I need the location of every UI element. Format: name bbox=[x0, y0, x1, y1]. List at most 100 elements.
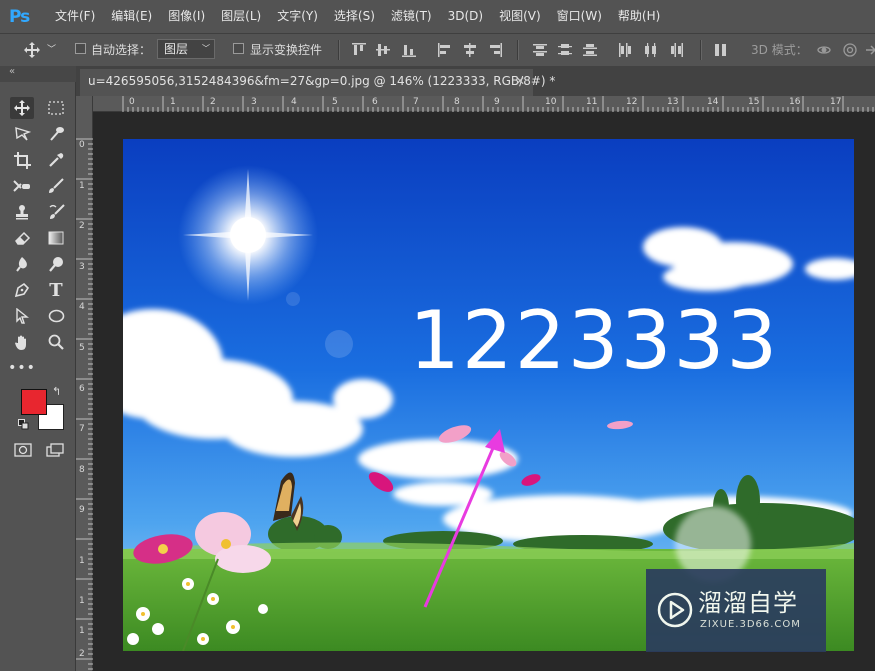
auto-select-checkbox[interactable] bbox=[75, 43, 86, 54]
menu-filter[interactable]: 滤镜(T) bbox=[383, 0, 440, 33]
ruler-label: 3 bbox=[79, 262, 85, 272]
auto-select-dropdown[interactable]: 图层 ﹀ bbox=[157, 39, 215, 59]
lasso-icon[interactable] bbox=[10, 123, 34, 145]
options-bar: ﹀ 自动选择： 图层 ﹀ 显示变换控件 3D 模式： bbox=[0, 33, 875, 66]
ruler-label: 11 bbox=[586, 97, 598, 107]
ruler-label: 4 bbox=[79, 302, 85, 312]
align-bottom-icon[interactable] bbox=[402, 43, 416, 57]
auto-select-label: 自动选择： bbox=[91, 43, 152, 57]
menu-3d[interactable]: 3D(D) bbox=[440, 0, 491, 33]
menu-select[interactable]: 选择(S) bbox=[326, 0, 383, 33]
ruler-label: 16 bbox=[789, 97, 801, 107]
horizontal-ruler[interactable]: 0 1 2 3 4 5 6 7 8 9 10 11 12 13 14 15 16… bbox=[93, 96, 875, 112]
distribute-vcenter-icon[interactable] bbox=[558, 43, 572, 57]
menu-help[interactable]: 帮助(H) bbox=[610, 0, 668, 33]
play-logo-icon bbox=[657, 592, 693, 628]
quick-select-icon[interactable] bbox=[44, 123, 68, 145]
distribute-left-icon[interactable] bbox=[618, 43, 632, 57]
type-icon[interactable]: T bbox=[44, 279, 68, 301]
tools-panel-header: « bbox=[0, 66, 76, 82]
eraser-icon[interactable] bbox=[10, 227, 34, 249]
divider bbox=[338, 40, 340, 60]
ruler-label: 7 bbox=[413, 97, 419, 107]
ruler-label: 8 bbox=[79, 465, 85, 475]
ruler-label: 5 bbox=[332, 97, 338, 107]
align-hcenter-icon[interactable] bbox=[463, 43, 477, 57]
history-brush-icon[interactable] bbox=[44, 201, 68, 223]
document-tab[interactable]: u=426595056,3152484396&fm=27&gp=0.jpg @ … bbox=[80, 69, 555, 96]
3d-orbit-icon[interactable] bbox=[817, 43, 831, 57]
blur-icon[interactable] bbox=[10, 253, 34, 275]
show-transform-label: 显示变换控件 bbox=[250, 43, 323, 57]
foreground-color-swatch[interactable] bbox=[21, 389, 47, 415]
divider bbox=[517, 40, 519, 60]
ruler-label: 1 bbox=[79, 596, 85, 606]
move-icon[interactable] bbox=[10, 97, 34, 119]
tool-preset-chevron-icon[interactable]: ﹀ bbox=[47, 34, 56, 66]
menu-window[interactable]: 窗口(W) bbox=[549, 0, 610, 33]
3d-pan-icon[interactable] bbox=[866, 43, 875, 57]
ruler-label: 1 bbox=[79, 626, 85, 636]
ruler-label: 3 bbox=[251, 97, 257, 107]
ellipse-icon[interactable] bbox=[44, 305, 68, 327]
align-vcenter-icon[interactable] bbox=[376, 43, 390, 57]
menu-view[interactable]: 视图(V) bbox=[491, 0, 549, 33]
distribute-bottom-icon[interactable] bbox=[583, 43, 597, 57]
ruler-label: 1 bbox=[170, 97, 176, 107]
ruler-label: 2 bbox=[79, 649, 85, 659]
ruler-label: 6 bbox=[79, 384, 85, 394]
close-icon[interactable]: ✕ bbox=[515, 69, 525, 94]
zoom-icon[interactable] bbox=[44, 331, 68, 353]
ruler-label: 9 bbox=[494, 97, 500, 107]
screen-mode-icon[interactable] bbox=[46, 443, 64, 457]
distribute-hcenter-icon[interactable] bbox=[644, 43, 658, 57]
gradient-icon[interactable] bbox=[44, 227, 68, 249]
ruler-label: 1 bbox=[79, 181, 85, 191]
ruler-label: 7 bbox=[79, 424, 85, 434]
menu-layer[interactable]: 图层(L) bbox=[213, 0, 269, 33]
healing-icon[interactable] bbox=[10, 175, 34, 197]
auto-align-icon[interactable] bbox=[714, 43, 728, 57]
distribute-top-icon[interactable] bbox=[533, 43, 547, 57]
menu-edit[interactable]: 编辑(E) bbox=[103, 0, 160, 33]
align-top-icon[interactable] bbox=[352, 43, 366, 57]
hand-icon[interactable] bbox=[10, 331, 34, 353]
distribute-right-icon[interactable] bbox=[670, 43, 684, 57]
more-tools-icon[interactable]: ••• bbox=[8, 357, 35, 379]
ruler-label: 2 bbox=[210, 97, 216, 107]
vertical-ruler[interactable]: 0 1 2 3 4 5 6 7 8 9 1 1 1 2 bbox=[76, 96, 93, 671]
ruler-label: 5 bbox=[79, 343, 85, 353]
menu-type[interactable]: 文字(Y) bbox=[269, 0, 326, 33]
watermark: 溜溜自学 ZIXUE.3D66.COM bbox=[646, 569, 826, 652]
ruler-label: 10 bbox=[545, 97, 557, 107]
ruler-label: 0 bbox=[79, 140, 85, 150]
menu-file[interactable]: 文件(F) bbox=[47, 0, 103, 33]
brush-icon[interactable] bbox=[44, 175, 68, 197]
pen-icon[interactable] bbox=[10, 279, 34, 301]
canvas-text-layer[interactable]: 1223333 bbox=[409, 291, 779, 391]
ruler-label: 1 bbox=[79, 556, 85, 566]
ruler-label: 12 bbox=[626, 97, 638, 107]
collapse-icon[interactable]: « bbox=[9, 66, 15, 77]
default-colors-icon[interactable] bbox=[18, 419, 29, 430]
path-select-icon[interactable] bbox=[10, 305, 34, 327]
watermark-subtitle: ZIXUE.3D66.COM bbox=[700, 619, 801, 630]
ruler-label: 2 bbox=[79, 221, 85, 231]
menu-image[interactable]: 图像(I) bbox=[160, 0, 213, 33]
3d-mode-label: 3D 模式： bbox=[751, 43, 808, 57]
ruler-label: 6 bbox=[372, 97, 378, 107]
quick-mask-icon[interactable] bbox=[14, 443, 32, 457]
align-left-icon[interactable] bbox=[438, 43, 452, 57]
eyedropper-icon[interactable] bbox=[44, 149, 68, 171]
stamp-icon[interactable] bbox=[10, 201, 34, 223]
move-tool-icon[interactable] bbox=[24, 42, 40, 58]
3d-roll-icon[interactable] bbox=[843, 43, 857, 57]
document-tab-title: u=426595056,3152484396&fm=27&gp=0.jpg @ … bbox=[88, 74, 556, 88]
marquee-icon[interactable] bbox=[44, 97, 68, 119]
swap-colors-icon[interactable]: ↰ bbox=[52, 385, 61, 398]
auto-select-value: 图层 bbox=[164, 42, 189, 56]
align-right-icon[interactable] bbox=[488, 43, 502, 57]
show-transform-checkbox[interactable] bbox=[233, 43, 244, 54]
crop-icon[interactable] bbox=[10, 149, 34, 171]
dodge-icon[interactable] bbox=[44, 253, 68, 275]
